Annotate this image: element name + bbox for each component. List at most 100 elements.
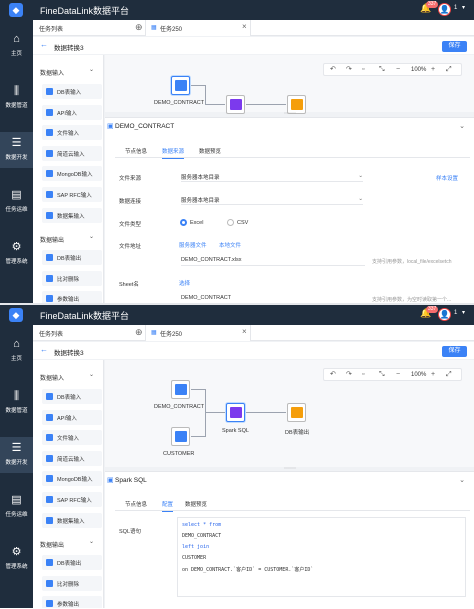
zoom-out-icon[interactable]: − [396, 370, 400, 380]
nav-item-home[interactable]: ⌂ 主页 [0, 28, 33, 64]
save-button[interactable]: 保存 [442, 346, 467, 357]
palette-node[interactable]: SAP RFC输入 [42, 492, 102, 507]
nav-item-pipeline[interactable]: ⫼ 数据管道 [0, 80, 33, 116]
chevron-down-icon[interactable]: ⌄ [89, 66, 94, 73]
palette-node[interactable]: 简道云输入 [42, 451, 102, 466]
local-file-link[interactable]: 本地文件 [219, 241, 241, 249]
chevron-down-icon[interactable]: ⌄ [459, 476, 465, 484]
tab-data-preview[interactable]: 数据预览 [185, 500, 207, 508]
connect-icon[interactable]: ⤡ [379, 370, 385, 380]
flow-node-demo-contract[interactable] [171, 380, 190, 399]
palette-node[interactable]: DB表输出 [42, 250, 102, 265]
palette-node[interactable]: 文件输入 [42, 125, 102, 140]
file-source-select[interactable]: 服务器本地目录 ⌄ [181, 171, 363, 182]
palette-node[interactable]: 文件输入 [42, 430, 102, 445]
palette-node[interactable]: 比对删除 [42, 576, 102, 591]
undo-icon[interactable]: ↶ [330, 370, 336, 380]
chevron-down-icon[interactable]: ⌄ [89, 371, 94, 378]
data-connection-select[interactable]: 服务器本地目录 ⌄ [181, 194, 363, 205]
file-address-input[interactable]: DEMO_CONTRACT.xlsx [181, 255, 365, 266]
sql-line: CUSTOMER [182, 555, 207, 561]
sql-editor[interactable]: select * from DEMO_CONTRACT left join CU… [177, 517, 466, 597]
flow-node-spark-sql[interactable] [226, 95, 245, 114]
palette-node[interactable]: MongoDB输入 [42, 166, 102, 181]
close-icon[interactable]: × [242, 22, 247, 31]
palette-node[interactable]: 参数输出 [42, 291, 102, 303]
flow-node-db-output[interactable] [287, 403, 306, 422]
zoom-in-icon[interactable]: + [431, 370, 435, 380]
chevron-down-icon[interactable]: ⌄ [89, 538, 94, 545]
flow-canvas[interactable]: ↶ ↷ ▫ ⤡ − 100% + ⤢ DEMO_CONTRACT [105, 55, 474, 114]
resize-handle[interactable]: ⋯⋯ [284, 110, 296, 117]
user-count: 1 [454, 5, 458, 11]
chevron-down-icon[interactable]: ▾ [462, 309, 465, 316]
radio-csv[interactable] [227, 219, 234, 226]
flow-connector [246, 412, 286, 413]
avatar[interactable]: 👤 [438, 3, 451, 16]
flow-node-demo-contract[interactable] [171, 76, 190, 95]
palette-node[interactable]: SAP RFC输入 [42, 187, 102, 202]
delete-icon[interactable]: ▫ [362, 65, 364, 75]
nav-item-system[interactable]: ⚙ 管理系统 [0, 236, 33, 272]
sheet-select-link[interactable]: 选择 [179, 279, 190, 287]
chevron-down-icon[interactable]: ⌄ [459, 122, 465, 130]
palette-node[interactable]: DB表输出 [42, 555, 102, 570]
flow-connector [205, 85, 206, 104]
fit-screen-icon[interactable]: ⤢ [446, 370, 452, 380]
palette-node[interactable]: 比对删除 [42, 271, 102, 286]
palette-node[interactable]: 参数输出 [42, 596, 102, 608]
nav-item-ops[interactable]: ▤ 任务运维 [0, 489, 33, 525]
palette-node[interactable]: DB表输入 [42, 389, 102, 404]
add-tab-icon[interactable]: ⊕ [135, 327, 143, 338]
palette-node[interactable]: 数据集输入 [42, 513, 102, 528]
flow-node-customer[interactable] [171, 427, 190, 446]
nav-item-home[interactable]: ⌂ 主页 [0, 333, 33, 369]
connect-icon[interactable]: ⤡ [379, 65, 385, 75]
add-tab-icon[interactable]: ⊕ [135, 22, 143, 33]
tab-task[interactable]: ▦ 任务250 × [145, 325, 251, 341]
back-arrow-icon[interactable]: ← [40, 345, 48, 354]
tab-node-info[interactable]: 节点信息 [125, 147, 147, 155]
nav-item-system[interactable]: ⚙ 管理系统 [0, 541, 33, 577]
nav-item-develop[interactable]: ☰ 数据开发 [0, 437, 33, 473]
sample-settings-link[interactable]: 样本设置 [436, 174, 458, 182]
palette-node[interactable]: 简道云输入 [42, 146, 102, 161]
tab-task[interactable]: ▦ 任务250 × [145, 20, 251, 36]
node-config-panel: ▣ Spark SQL ⌄ 节点信息 配置 数据预览 SQL语句 select … [105, 471, 474, 608]
tab-data-preview[interactable]: 数据预览 [199, 147, 221, 155]
flow-node-spark-sql[interactable] [226, 403, 245, 422]
nav-item-develop[interactable]: ☰ 数据开发 [0, 132, 33, 168]
undo-icon[interactable]: ↶ [330, 65, 336, 75]
flow-connector [191, 85, 205, 86]
redo-icon[interactable]: ↷ [346, 370, 352, 380]
radio-label: Excel [190, 220, 204, 226]
chevron-down-icon[interactable]: ▾ [462, 4, 465, 11]
palette-node[interactable]: API输入 [42, 410, 102, 425]
flow-canvas[interactable]: ↶ ↷ ▫ ⤡ − 100% + ⤢ DEMO_CONTRACT CUSTOME… [105, 360, 474, 467]
chevron-down-icon[interactable]: ⌄ [89, 233, 94, 240]
tab-task-list[interactable]: 任务列表 [39, 329, 63, 338]
radio-excel[interactable] [180, 219, 187, 226]
nav-item-pipeline[interactable]: ⫼ 数据管道 [0, 385, 33, 421]
palette-node[interactable]: 数据集输入 [42, 208, 102, 223]
zoom-out-icon[interactable]: − [396, 65, 400, 75]
nav-item-ops[interactable]: ▤ 任务运维 [0, 184, 33, 220]
close-icon[interactable]: × [242, 327, 247, 336]
redo-icon[interactable]: ↷ [346, 65, 352, 75]
palette-node[interactable]: API输入 [42, 105, 102, 120]
back-arrow-icon[interactable]: ← [40, 40, 48, 49]
sheet-name-input[interactable]: DEMO_CONTRACT [181, 293, 365, 303]
avatar[interactable]: 👤 [438, 308, 451, 321]
save-button[interactable]: 保存 [442, 41, 467, 52]
home-icon: ⌂ [13, 338, 20, 350]
folder-icon [175, 431, 187, 442]
server-file-link[interactable]: 服务器文件 [179, 241, 207, 249]
develop-icon: ☰ [11, 137, 22, 149]
tab-node-info[interactable]: 节点信息 [125, 500, 147, 508]
delete-icon[interactable]: ▫ [362, 370, 364, 380]
palette-node[interactable]: DB表输入 [42, 84, 102, 99]
zoom-in-icon[interactable]: + [431, 65, 435, 75]
palette-node[interactable]: MongoDB输入 [42, 471, 102, 486]
fit-screen-icon[interactable]: ⤢ [446, 65, 452, 75]
tab-task-list[interactable]: 任务列表 [39, 24, 63, 33]
